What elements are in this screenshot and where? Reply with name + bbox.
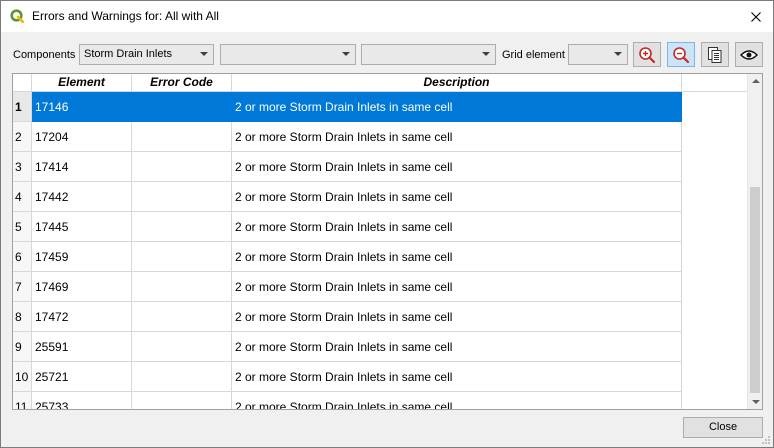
chevron-down-icon — [342, 52, 350, 56]
toolbar: Components Storm Drain Inlets Grid eleme… — [1, 32, 773, 72]
filter-select-3[interactable] — [361, 44, 496, 65]
cell-element[interactable]: 17442 — [32, 182, 132, 212]
cell-error-code[interactable] — [132, 122, 232, 152]
row-header[interactable]: 5 — [13, 212, 32, 242]
cell-element[interactable]: 25733 — [32, 392, 132, 409]
row-header[interactable]: 8 — [13, 302, 32, 332]
cell-element[interactable]: 17445 — [32, 212, 132, 242]
cell-description[interactable]: 2 or more Storm Drain Inlets in same cel… — [232, 332, 682, 362]
zoom-in-button[interactable] — [633, 42, 661, 67]
cell-description[interactable]: 2 or more Storm Drain Inlets in same cel… — [232, 272, 682, 302]
cell-error-code[interactable] — [132, 212, 232, 242]
window-title: Errors and Warnings for: All with All — [32, 9, 219, 23]
qgis-logo-icon — [10, 9, 24, 23]
zoom-in-icon — [639, 46, 656, 63]
cell-error-code[interactable] — [132, 302, 232, 332]
close-icon — [751, 11, 761, 22]
column-header-error-code[interactable]: Error Code — [132, 74, 232, 92]
row-header[interactable]: 9 — [13, 332, 32, 362]
components-select[interactable]: Storm Drain Inlets — [79, 44, 214, 65]
cell-element[interactable]: 17146 — [32, 92, 132, 122]
errors-table[interactable]: Element Error Code Description 1 17146 2 o… — [12, 73, 763, 410]
cell-element[interactable]: 25721 — [32, 362, 132, 392]
scroll-thumb[interactable] — [750, 187, 760, 393]
copy-icon — [708, 46, 722, 63]
vertical-scrollbar[interactable] — [747, 74, 762, 409]
cell-element[interactable]: 25591 — [32, 332, 132, 362]
copy-button[interactable] — [701, 42, 729, 67]
cell-description[interactable]: 2 or more Storm Drain Inlets in same cel… — [232, 362, 682, 392]
window-close-button[interactable] — [739, 1, 773, 32]
cell-error-code[interactable] — [132, 332, 232, 362]
cell-error-code[interactable] — [132, 92, 232, 122]
eye-icon — [740, 49, 758, 60]
scroll-up-icon[interactable] — [752, 79, 760, 83]
header-filler — [682, 74, 747, 92]
cell-error-code[interactable] — [132, 392, 232, 409]
cell-description[interactable]: 2 or more Storm Drain Inlets in same cel… — [232, 182, 682, 212]
cell-description[interactable]: 2 or more Storm Drain Inlets in same cel… — [232, 302, 682, 332]
cell-description[interactable]: 2 or more Storm Drain Inlets in same cel… — [232, 212, 682, 242]
cell-element[interactable]: 17472 — [32, 302, 132, 332]
cell-element[interactable]: 17204 — [32, 122, 132, 152]
components-select-value: Storm Drain Inlets — [84, 48, 173, 60]
cell-element[interactable]: 17459 — [32, 242, 132, 272]
cell-description[interactable]: 2 or more Storm Drain Inlets in same cel… — [232, 92, 682, 122]
cell-error-code[interactable] — [132, 242, 232, 272]
scroll-down-icon[interactable] — [752, 400, 760, 404]
row-header[interactable]: 11 — [13, 392, 32, 409]
cell-description[interactable]: 2 or more Storm Drain Inlets in same cel… — [232, 152, 682, 182]
row-header[interactable]: 7 — [13, 272, 32, 302]
row-header[interactable]: 6 — [13, 242, 32, 272]
table-corner — [13, 74, 32, 92]
row-header[interactable]: 4 — [13, 182, 32, 212]
grid-element-label: Grid element — [502, 49, 565, 61]
title-bar: Errors and Warnings for: All with All — [1, 1, 773, 32]
show-button[interactable] — [735, 42, 763, 67]
chevron-down-icon — [200, 52, 208, 56]
errors-warnings-dialog: Errors and Warnings for: All with All Co… — [0, 0, 774, 448]
cell-element[interactable]: 17414 — [32, 152, 132, 182]
cell-error-code[interactable] — [132, 272, 232, 302]
column-header-description[interactable]: Description — [232, 74, 682, 92]
cell-description[interactable]: 2 or more Storm Drain Inlets in same cel… — [232, 122, 682, 152]
zoom-out-button[interactable] — [667, 42, 695, 67]
chevron-down-icon — [482, 52, 490, 56]
zoom-out-icon — [673, 46, 690, 63]
row-header[interactable]: 2 — [13, 122, 32, 152]
components-label: Components — [13, 49, 76, 61]
filter-select-2[interactable] — [220, 44, 356, 65]
cell-description[interactable]: 2 or more Storm Drain Inlets in same cel… — [232, 392, 682, 409]
chevron-down-icon — [614, 52, 622, 56]
row-header[interactable]: 3 — [13, 152, 32, 182]
cell-error-code[interactable] — [132, 182, 232, 212]
cell-error-code[interactable] — [132, 362, 232, 392]
cell-description[interactable]: 2 or more Storm Drain Inlets in same cel… — [232, 242, 682, 272]
cell-error-code[interactable] — [132, 152, 232, 182]
grid-element-select[interactable] — [568, 44, 628, 65]
resize-grip-icon[interactable] — [761, 435, 771, 445]
row-header[interactable]: 1 — [13, 92, 32, 122]
close-button[interactable]: Close — [683, 417, 763, 438]
cell-element[interactable]: 17469 — [32, 272, 132, 302]
column-header-element[interactable]: Element — [32, 74, 132, 92]
row-header[interactable]: 10 — [13, 362, 32, 392]
